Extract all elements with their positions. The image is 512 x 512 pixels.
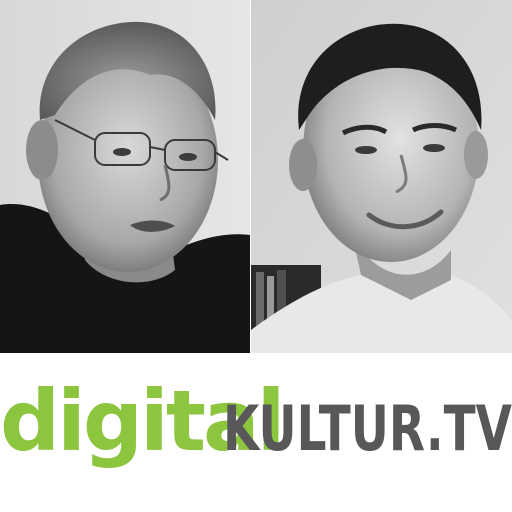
- right-ear-2: [464, 131, 488, 179]
- left-eye-2: [179, 153, 197, 161]
- left-ear: [26, 120, 58, 180]
- digitalkultur-logo: digital KULTUR.TV: [0, 372, 512, 470]
- left-eye-1: [113, 148, 131, 156]
- left-portrait-photo: [0, 0, 250, 353]
- right-ear-1: [289, 139, 317, 191]
- right-portrait-photo: [251, 0, 512, 353]
- right-eye-2: [423, 144, 445, 152]
- right-eye-1: [355, 146, 377, 154]
- logo-part-kultur-tv: KULTUR.TV: [223, 392, 512, 465]
